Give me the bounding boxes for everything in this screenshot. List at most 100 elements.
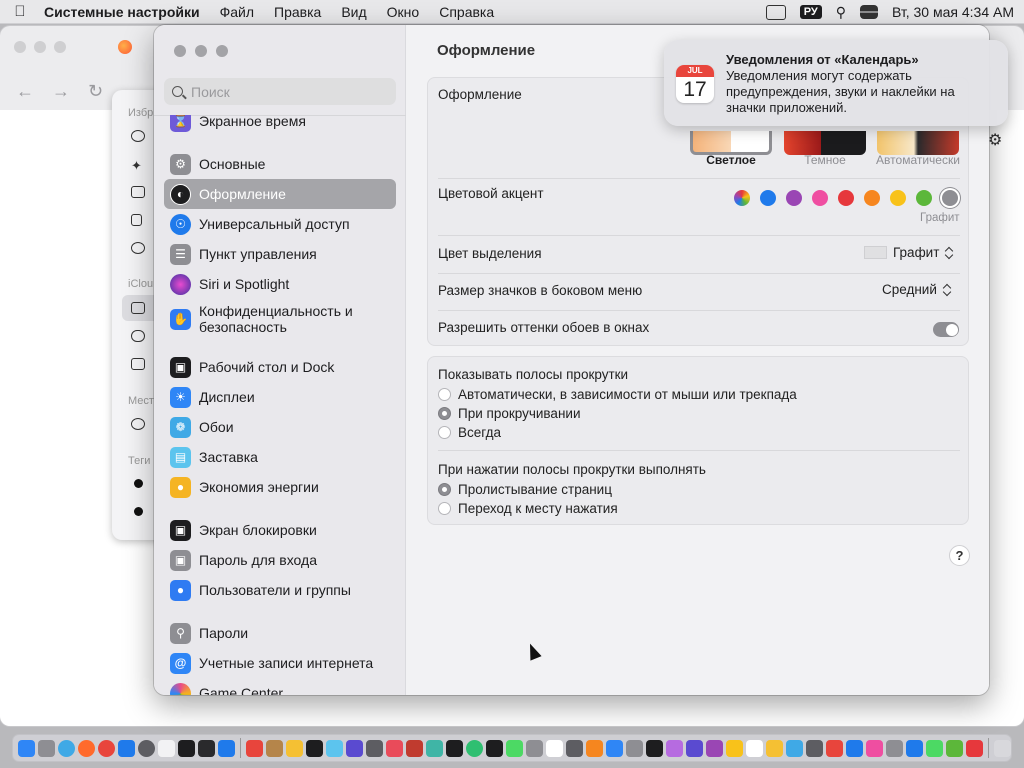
wallpaper-tint-toggle[interactable] <box>933 322 959 337</box>
accent-red-swatch[interactable] <box>838 190 854 206</box>
messages-dock-icon[interactable] <box>506 739 523 757</box>
radio-button-selected[interactable] <box>438 483 451 496</box>
app-dock-icon[interactable] <box>826 739 843 757</box>
appearance-auto-thumbnail[interactable] <box>877 131 959 155</box>
sidebar-item-general[interactable]: ⚙ Основные <box>164 149 396 179</box>
click-option-jump-to-spot[interactable]: Переход к месту нажатия <box>438 501 618 516</box>
input-source-indicator[interactable]: РУ <box>799 5 822 19</box>
icloud-drive-icon[interactable] <box>131 330 145 342</box>
scrollbars-option-always[interactable]: Всегда <box>438 425 501 440</box>
books-dock-icon[interactable] <box>586 739 603 757</box>
menu-file[interactable]: Файл <box>210 4 264 20</box>
sidebar-item-accessibility[interactable]: ☉ Универсальный доступ <box>164 209 396 239</box>
app-dock-icon[interactable] <box>286 739 303 757</box>
app-dock-icon[interactable] <box>426 739 443 757</box>
sidebar-item-appearance[interactable]: ◐ Оформление <box>164 179 396 209</box>
zoom-button[interactable] <box>216 45 228 57</box>
app-dock-icon[interactable] <box>486 739 503 757</box>
finder-dock-icon[interactable] <box>18 739 35 757</box>
sidebar-item-lock-screen[interactable]: ▣ Экран блокировки <box>164 515 396 545</box>
bg-close-light[interactable] <box>14 41 26 53</box>
spotlight-search-icon[interactable]: ⚲ <box>836 4 846 21</box>
accent-orange-swatch[interactable] <box>864 190 880 206</box>
highlight-color-popup[interactable]: Графит <box>864 245 954 260</box>
search-field[interactable] <box>164 78 396 105</box>
sidebar-item-passwords[interactable]: ⚲ Пароли <box>164 618 396 648</box>
radio-button[interactable] <box>438 502 451 515</box>
chrome-dock-icon[interactable] <box>98 739 115 757</box>
accent-multicolor-swatch[interactable] <box>734 190 750 206</box>
reload-icon[interactable]: ↻ <box>88 81 103 102</box>
menu-view[interactable]: Вид <box>331 4 376 20</box>
recents-icon[interactable] <box>131 130 145 142</box>
sidebar-item-privacy-security[interactable]: ✋ Конфиденциальность и безопасность <box>164 300 396 338</box>
click-option-next-page[interactable]: Пролистывание страниц <box>438 482 612 497</box>
app-dock-icon[interactable] <box>946 739 963 757</box>
clock-dock-icon[interactable] <box>646 739 663 757</box>
icloud-folder-icon[interactable] <box>131 302 145 314</box>
sidebar-item-desktop-dock[interactable]: ▣ Рабочий стол и Dock <box>164 352 396 382</box>
forward-arrow-icon[interactable]: → <box>52 81 70 102</box>
vscode-dock-icon[interactable] <box>218 739 235 757</box>
menu-window[interactable]: Окно <box>377 4 430 20</box>
applications-icon[interactable]: ✦ <box>131 158 145 173</box>
app-dock-icon[interactable] <box>806 739 823 757</box>
app-dock-icon[interactable] <box>386 739 403 757</box>
accent-purple-swatch[interactable] <box>786 190 802 206</box>
help-button[interactable]: ? <box>949 545 970 566</box>
appearance-dark-caption[interactable]: Темное <box>775 153 875 167</box>
app-dock-icon[interactable] <box>886 739 903 757</box>
sidebar-item-game-center[interactable]: Game Center <box>164 678 396 695</box>
app-dock-icon[interactable] <box>346 739 363 757</box>
sidebar-item-displays[interactable]: ☀ Дисплеи <box>164 382 396 412</box>
accent-yellow-swatch[interactable] <box>890 190 906 206</box>
shared-folder-icon[interactable] <box>131 358 145 370</box>
app-dock-icon[interactable] <box>686 739 703 757</box>
radio-button[interactable] <box>438 426 451 439</box>
documents-icon[interactable] <box>131 214 142 226</box>
menu-clock[interactable]: Вт, 30 мая 4:34 AM <box>892 4 1014 20</box>
app-dock-icon[interactable] <box>326 739 343 757</box>
sidebar-item-siri-spotlight[interactable]: Siri и Spotlight <box>164 269 396 299</box>
radio-button[interactable] <box>438 388 451 401</box>
bg-settings-gear-icon[interactable]: ⚙ <box>988 130 1002 150</box>
launchpad-dock-icon[interactable] <box>38 739 55 757</box>
sidebar-item-login-password[interactable]: ▣ Пароль для входа <box>164 545 396 575</box>
menu-help[interactable]: Справка <box>429 4 504 20</box>
tag-dot-icon[interactable] <box>134 479 143 488</box>
stage-manager-icon[interactable] <box>765 4 786 20</box>
sidebar-item-internet-accounts[interactable]: @ Учетные записи интернета <box>164 648 396 678</box>
facetime-dock-icon[interactable] <box>926 739 943 757</box>
calendar-notification[interactable]: JUL 17 Уведомления от «Календарь» Уведом… <box>664 40 1008 126</box>
app-dock-icon[interactable] <box>526 739 543 757</box>
desktop-icon[interactable] <box>131 186 145 198</box>
sidebar-item-screen-time[interactable]: ⌛ Экранное время <box>164 115 396 136</box>
app-dock-icon[interactable] <box>746 739 763 757</box>
sidebar-item-control-center[interactable]: ☰ Пункт управления <box>164 239 396 269</box>
accent-pink-swatch[interactable] <box>812 190 828 206</box>
app-dock-icon[interactable] <box>626 739 643 757</box>
textedit-dock-icon[interactable] <box>158 739 175 757</box>
downloads-icon[interactable] <box>131 242 145 254</box>
search-input[interactable] <box>191 83 381 100</box>
app-dock-icon[interactable] <box>246 739 263 757</box>
tag-dot-icon[interactable] <box>134 507 143 516</box>
calendar-dock-icon[interactable] <box>546 739 563 757</box>
accent-graphite-swatch[interactable] <box>942 190 958 206</box>
appearance-dark-thumbnail[interactable] <box>784 131 866 155</box>
app-dock-icon[interactable] <box>266 739 283 757</box>
sidebar-item-wallpaper[interactable]: ❁ Обои <box>164 412 396 442</box>
system-settings-dock-icon[interactable] <box>138 739 155 757</box>
app-dock-icon[interactable] <box>566 739 583 757</box>
back-arrow-icon[interactable]: ← <box>16 81 34 102</box>
sidebar-icon-size-popup[interactable]: Средний <box>882 282 952 297</box>
notes-dock-icon[interactable] <box>726 739 743 757</box>
control-center-icon[interactable] <box>860 5 878 19</box>
app-store-dock-icon[interactable] <box>118 739 135 757</box>
sidebar-item-screensaver[interactable]: ▤ Заставка <box>164 442 396 472</box>
accent-blue-swatch[interactable] <box>760 190 776 206</box>
scrollbars-option-auto[interactable]: Автоматически, в зависимости от мыши или… <box>438 387 797 402</box>
app-dock-icon[interactable] <box>786 739 803 757</box>
radio-button-selected[interactable] <box>438 407 451 420</box>
accent-green-swatch[interactable] <box>916 190 932 206</box>
